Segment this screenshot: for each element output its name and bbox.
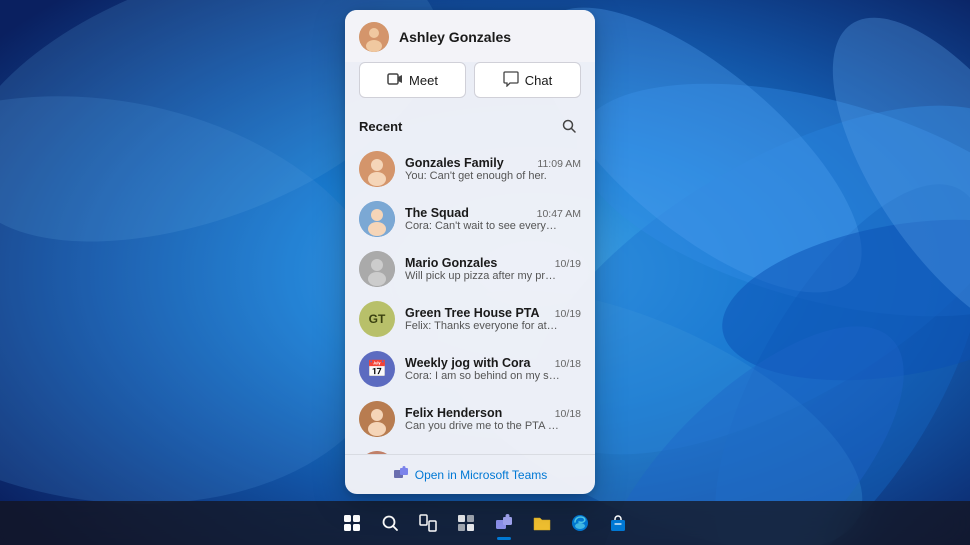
contact-item[interactable]: Mario Gonzales 10/19 Will pick up pizza …	[345, 244, 595, 294]
contact-item[interactable]: The Squad 10:47 AM Cora: Can't wait to s…	[345, 194, 595, 244]
search-taskbar[interactable]	[375, 508, 405, 538]
contact-name: The Squad	[405, 206, 469, 220]
meet-icon	[387, 71, 403, 90]
contact-time: 10/18	[555, 358, 581, 370]
contact-info: The Squad 10:47 AM Cora: Can't wait to s…	[405, 206, 581, 232]
contact-avatar: GT	[359, 301, 395, 337]
contact-avatar	[359, 401, 395, 437]
contact-name-row: Green Tree House PTA 10/19	[405, 306, 581, 320]
teams-taskbar[interactable]	[489, 508, 519, 538]
edge-taskbar[interactable]	[565, 508, 595, 538]
action-buttons: Meet Chat	[345, 62, 595, 110]
contact-info: Felix Henderson 10/18 Can you drive me t…	[405, 406, 581, 432]
contact-name: Gonzales Family	[405, 156, 504, 170]
avatar-icon: 📅	[367, 359, 387, 379]
contact-time: 10/19	[555, 308, 581, 320]
open-teams-label: Open in Microsoft Teams	[415, 468, 548, 482]
avatar-text: GT	[369, 312, 386, 326]
user-avatar	[359, 22, 389, 52]
widgets-taskbar[interactable]	[451, 508, 481, 538]
contact-avatar	[359, 251, 395, 287]
contact-item[interactable]: GT Green Tree House PTA 10/19 Felix: Tha…	[345, 294, 595, 344]
contact-name-row: Mario Gonzales 10/19	[405, 256, 581, 270]
contact-name-row: The Squad 10:47 AM	[405, 206, 581, 220]
contact-time: 11:09 AM	[537, 158, 581, 170]
chat-label: Chat	[525, 73, 552, 88]
contact-name-row: Gonzales Family 11:09 AM	[405, 156, 581, 170]
store-taskbar[interactable]	[603, 508, 633, 538]
contact-name: Mario Gonzales	[405, 256, 497, 270]
contact-info: Mario Gonzales 10/19 Will pick up pizza …	[405, 256, 581, 282]
contact-message: Felix: Thanks everyone for attending tod…	[405, 320, 560, 332]
contact-message: Can you drive me to the PTA today?	[405, 420, 560, 432]
meet-button[interactable]: Meet	[359, 62, 466, 98]
contact-info: Gonzales Family 11:09 AM You: Can't get …	[405, 156, 581, 182]
contact-avatar	[359, 201, 395, 237]
contact-list: Gonzales Family 11:09 AM You: Can't get …	[345, 144, 595, 454]
contact-message: You: Can't get enough of her.	[405, 170, 560, 182]
chat-panel: Ashley Gonzales Meet Chat Recent	[345, 10, 595, 494]
open-teams-button[interactable]: Open in Microsoft Teams	[345, 454, 595, 494]
contact-info: Green Tree House PTA 10/19 Felix: Thanks…	[405, 306, 581, 332]
recent-header: Recent	[345, 110, 595, 144]
start-button[interactable]	[337, 508, 367, 538]
contact-name-row: Felix Henderson 10/18	[405, 406, 581, 420]
contact-time: 10:47 AM	[537, 208, 581, 220]
contact-time: 10/18	[555, 408, 581, 420]
contact-message: Will pick up pizza after my practice.	[405, 270, 560, 282]
contact-message: Cora: Can't wait to see everyone!	[405, 220, 560, 232]
contact-avatar	[359, 151, 395, 187]
meet-label: Meet	[409, 73, 438, 88]
contact-info: Weekly jog with Cora 10/18 Cora: I am so…	[405, 356, 581, 382]
recent-label: Recent	[359, 119, 402, 134]
chat-button[interactable]: Chat	[474, 62, 581, 98]
contact-name: Weekly jog with Cora	[405, 356, 531, 370]
taskbar	[0, 501, 970, 545]
contact-avatar: 📅	[359, 351, 395, 387]
contact-item[interactable]: Gonzales Family 11:09 AM You: Can't get …	[345, 144, 595, 194]
file-explorer-taskbar[interactable]	[527, 508, 557, 538]
teams-icon	[393, 465, 409, 484]
panel-header: Ashley Gonzales	[345, 10, 595, 62]
chat-icon	[503, 71, 519, 90]
contact-message: Cora: I am so behind on my step goals	[405, 370, 560, 382]
search-recent-button[interactable]	[557, 114, 581, 138]
contact-name-row: Weekly jog with Cora 10/18	[405, 356, 581, 370]
contact-item[interactable]: Felix Henderson 10/18 Can you drive me t…	[345, 394, 595, 444]
contact-item[interactable]: 📅 Weekly jog with Cora 10/18 Cora: I am …	[345, 344, 595, 394]
contact-name: Green Tree House PTA	[405, 306, 540, 320]
contact-name: Felix Henderson	[405, 406, 502, 420]
task-view[interactable]	[413, 508, 443, 538]
user-name-label: Ashley Gonzales	[399, 29, 511, 45]
contact-time: 10/19	[555, 258, 581, 270]
contact-item[interactable]: Amber Rodriguez 10/18 That is awesome! L…	[345, 444, 595, 454]
